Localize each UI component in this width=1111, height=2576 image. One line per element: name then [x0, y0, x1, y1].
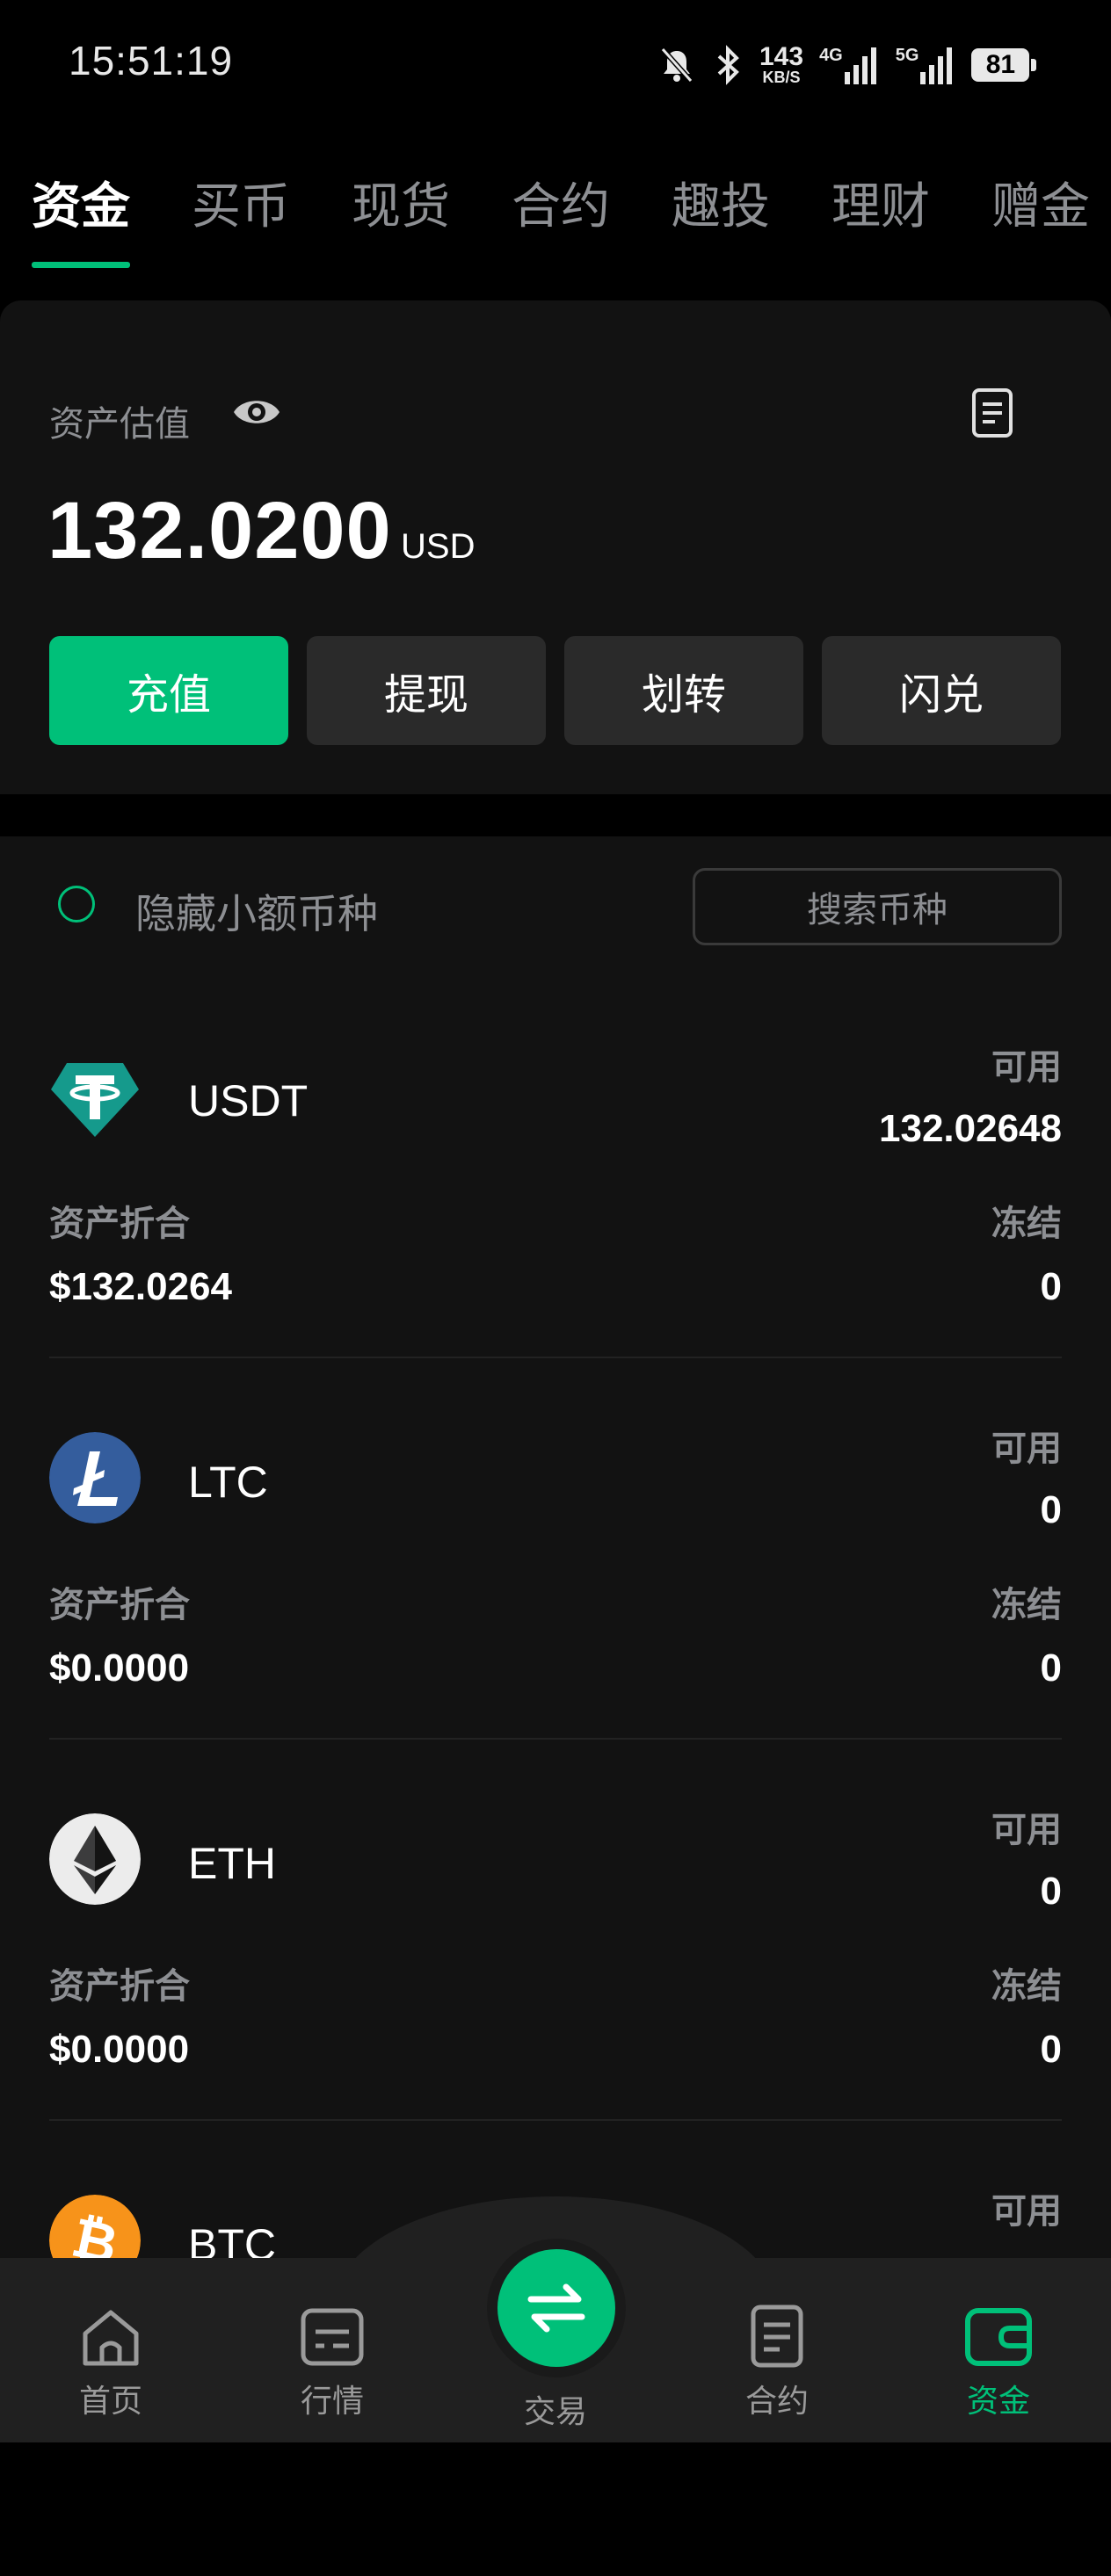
frozen-value: 0: [1040, 1265, 1062, 1308]
coin-name: ETH: [188, 1839, 276, 1888]
frozen-label: 冻结: [991, 1586, 1062, 1624]
coin-name: USDT: [188, 1076, 309, 1125]
deposit-button[interactable]: 充值: [49, 636, 288, 745]
wallet-icon: [965, 2308, 1032, 2366]
frozen-value: 0: [1040, 2028, 1062, 2071]
market-icon: [301, 2308, 364, 2366]
converted-label: 资产折合: [49, 1967, 190, 2006]
frozen-label: 冻结: [991, 1967, 1062, 2006]
signal-5g-icon: 5G: [896, 46, 956, 84]
nav-assets[interactable]: 资金: [928, 2302, 1069, 2421]
converted-value: $0.0000: [49, 2028, 190, 2071]
tab-spot[interactable]: 现货: [352, 167, 450, 238]
nav-contract-label: 合约: [744, 2383, 809, 2419]
available-label: 可用: [991, 1811, 1062, 1849]
hide-small-radio[interactable]: [58, 886, 95, 923]
asset-unit: USD: [401, 527, 476, 566]
transfer-button[interactable]: 划转: [564, 636, 803, 745]
tab-active-indicator: [32, 262, 130, 268]
bluetooth-icon: [717, 45, 739, 85]
available-label: 可用: [991, 1429, 1062, 1468]
eth-icon: [49, 1813, 141, 1905]
top-tabs: 资金 买币 现货 合约 趣投 理财 赠金: [0, 158, 1111, 272]
tab-contract[interactable]: 合约: [512, 167, 610, 238]
search-coin-input[interactable]: 搜索币种: [693, 868, 1062, 945]
frozen-value: 0: [1040, 1646, 1062, 1690]
row-divider: [49, 2119, 1062, 2121]
tab-assets[interactable]: 资金: [32, 167, 130, 238]
frozen-label: 冻结: [991, 1205, 1062, 1243]
network-speed: 143 KB/S: [759, 42, 804, 86]
nav-contract[interactable]: 合约: [707, 2302, 847, 2421]
available-label: 可用: [991, 1048, 1062, 1087]
converted-label: 资产折合: [49, 1205, 190, 1243]
coin-name: LTC: [188, 1458, 268, 1507]
available-value: 0: [1040, 1870, 1062, 1913]
eye-icon[interactable]: [232, 392, 281, 432]
hide-small-label[interactable]: 隐藏小额币种: [135, 882, 378, 940]
asset-value: 132.0200: [47, 486, 392, 575]
record-icon[interactable]: [970, 387, 1014, 439]
row-divider: [49, 1357, 1062, 1358]
status-time: 15:51:19: [69, 38, 234, 83]
swap-arrows-icon: [527, 2283, 585, 2333]
converted-value: $0.0000: [49, 1646, 190, 1690]
swap-button[interactable]: 闪兑: [822, 636, 1061, 745]
available-value: 132.02648: [879, 1107, 1062, 1150]
available-value: 0: [1040, 1488, 1062, 1531]
asset-valuation-label: 资产估值: [49, 405, 190, 444]
ltc-icon: [49, 1432, 141, 1523]
signal-4g-icon: 4G: [819, 46, 880, 84]
trade-button[interactable]: [497, 2249, 615, 2367]
mute-bell-icon: [660, 47, 693, 83]
contract-icon: [751, 2305, 803, 2368]
status-icons: 143 KB/S 4G 5G 81: [657, 39, 1037, 91]
tab-wealth[interactable]: 理财: [831, 167, 930, 238]
asset-card: 资产估值 132.0200 USD 充值 提现 划转 闪兑: [0, 300, 1111, 794]
nav-trade-label[interactable]: 交易: [485, 2386, 626, 2432]
battery-icon: 81: [971, 48, 1037, 82]
home-icon: [83, 2310, 139, 2366]
tab-fun-invest[interactable]: 趣投: [672, 167, 770, 238]
coin-row-usdt[interactable]: USDT 可用 132.02648 资产折合 $132.0264 冻结 0: [0, 1048, 1111, 1432]
row-divider: [49, 1738, 1062, 1740]
usdt-icon: [51, 1063, 139, 1137]
converted-label: 资产折合: [49, 1586, 190, 1624]
available-label: 可用: [991, 2192, 1062, 2231]
nav-assets-label: 资金: [966, 2383, 1030, 2419]
coin-row-ltc[interactable]: LTC 可用 0 资产折合 $0.0000 冻结 0: [0, 1429, 1111, 1813]
withdraw-button[interactable]: 提现: [307, 636, 546, 745]
nav-home-label: 首页: [78, 2383, 142, 2419]
tab-bonus[interactable]: 赠金: [991, 167, 1090, 238]
nav-home[interactable]: 首页: [40, 2302, 181, 2421]
coin-row-eth[interactable]: ETH 可用 0 资产折合 $0.0000 冻结 0: [0, 1811, 1111, 2195]
status-bar: 15:51:19 143 KB/S 4G 5G 81: [0, 0, 1111, 132]
converted-value: $132.0264: [49, 1265, 232, 1308]
nav-market[interactable]: 行情: [262, 2302, 403, 2421]
nav-market-label: 行情: [300, 2383, 364, 2419]
tab-buy-coin[interactable]: 买币: [192, 167, 290, 238]
